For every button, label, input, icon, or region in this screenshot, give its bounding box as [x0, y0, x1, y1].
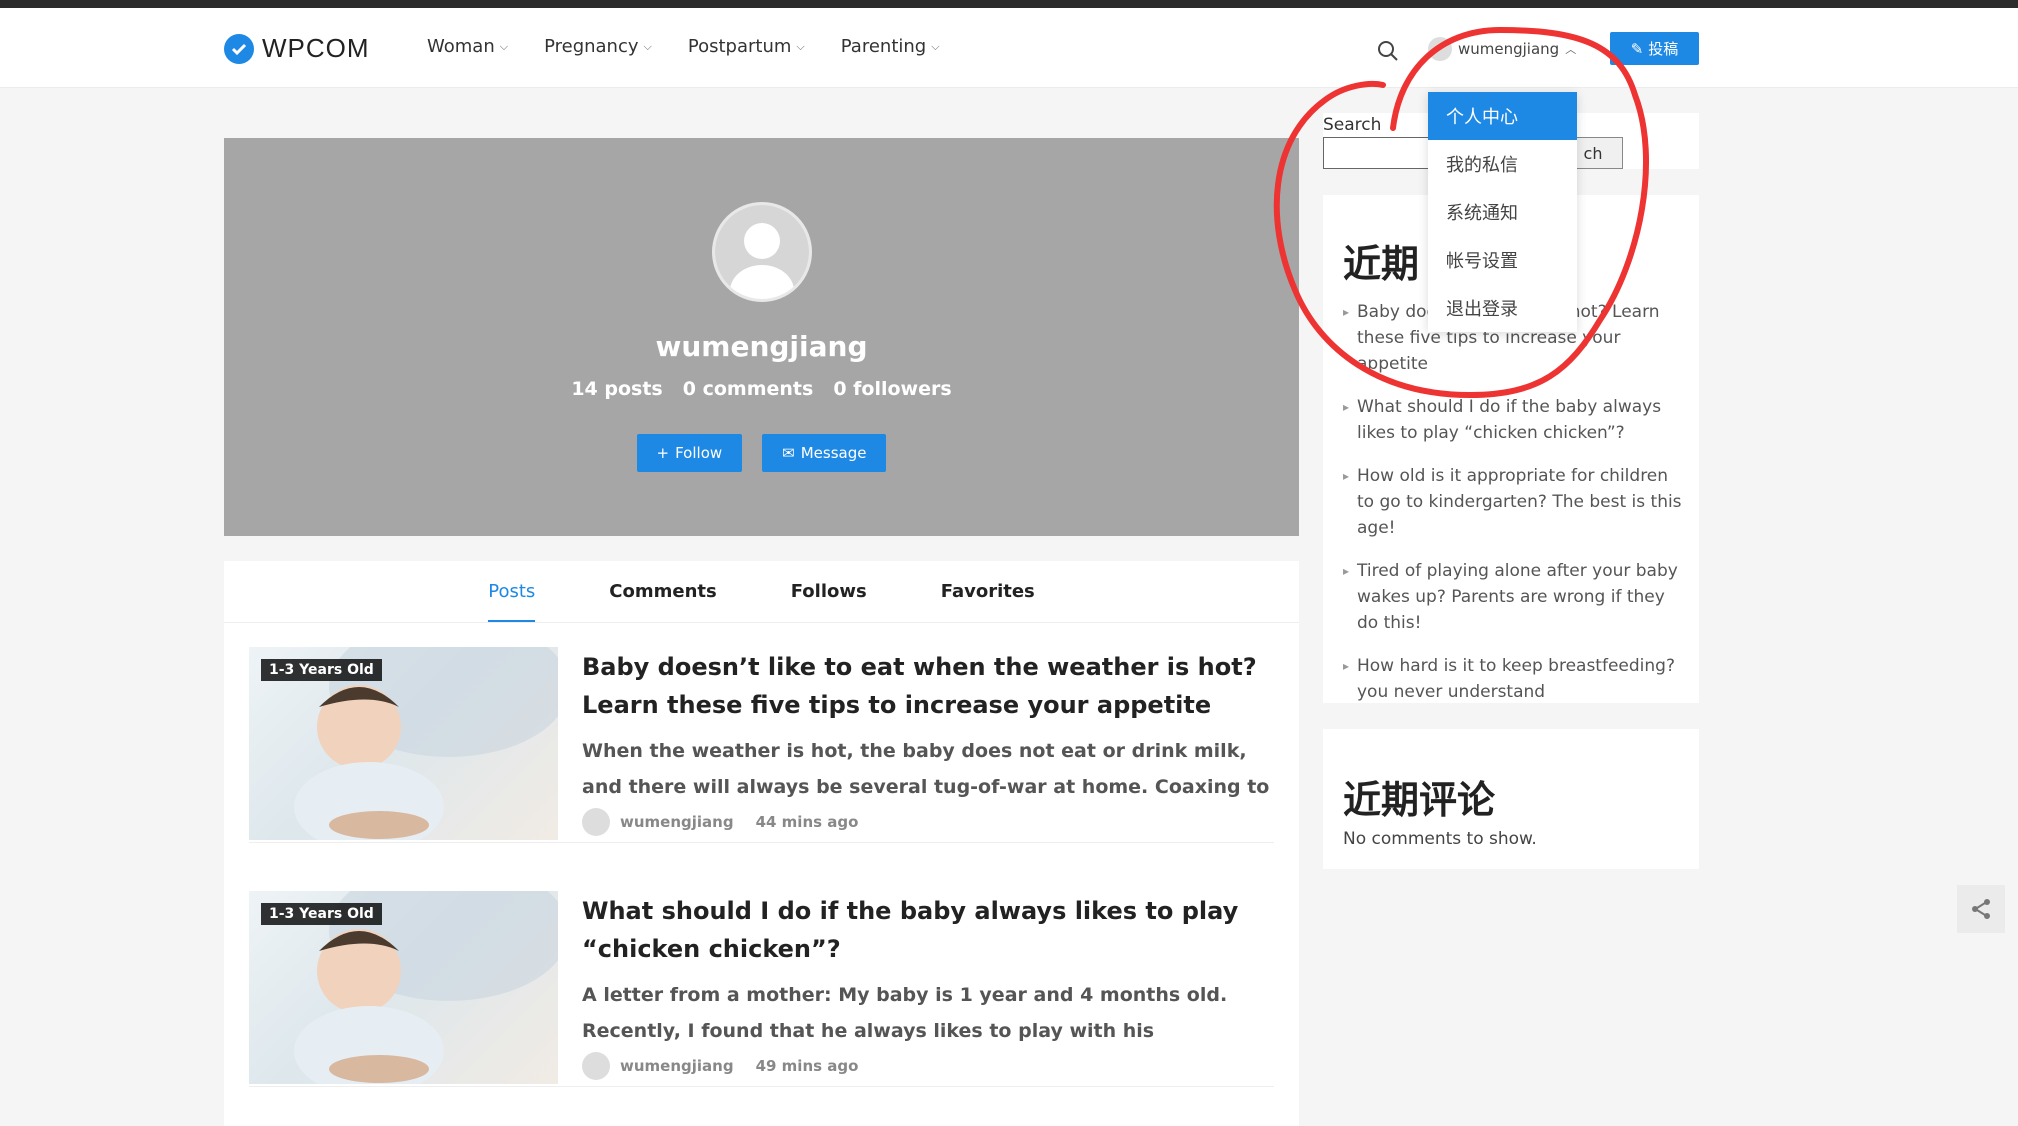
nav-item-postpartum[interactable]: Postpartum ⌵	[688, 36, 805, 57]
avatar	[1428, 37, 1452, 61]
menu-item-notifications[interactable]: 系统通知	[1428, 188, 1577, 236]
post-excerpt: A letter from a mother: My baby is 1 yea…	[582, 984, 1228, 1042]
tab-follows[interactable]: Follows	[791, 561, 867, 622]
chevron-up-icon: ︿	[1565, 43, 1577, 56]
post-title[interactable]: Baby doesn’t like to eat when the weathe…	[582, 648, 1272, 724]
site-logo[interactable]: WPCOM	[224, 33, 370, 64]
post-time: 49 mins ago	[755, 1057, 859, 1075]
plus-icon: +	[656, 444, 670, 462]
widget-title: 近期	[1343, 242, 1420, 286]
post-meta: wumengjiang 44 mins ago	[582, 808, 858, 836]
recent-posts-list: Baby doe the weather is hot? Learn these…	[1343, 299, 1688, 722]
user-dropdown-menu: 个人中心 我的私信 系统通知 帐号设置 退出登录	[1428, 92, 1577, 332]
recent-comments-widget: 近期评论 No comments to show.	[1323, 729, 1699, 869]
stat-posts: 14 posts	[571, 378, 663, 400]
avatar[interactable]	[582, 1052, 610, 1080]
nav-item-pregnancy[interactable]: Pregnancy ⌵	[544, 36, 652, 57]
empty-comments-text: No comments to show.	[1343, 829, 1537, 849]
profile-avatar	[712, 202, 812, 302]
profile-name: wumengjiang	[655, 330, 868, 363]
user-menu-toggle[interactable]: wumengjiang ︿	[1428, 37, 1576, 61]
post-author[interactable]: wumengjiang	[620, 813, 734, 831]
tab-comments[interactable]: Comments	[609, 561, 716, 622]
main-nav: Woman ⌵ Pregnancy ⌵ Postpartum ⌵ Parenting ⌵	[427, 36, 940, 57]
menu-item-account-settings[interactable]: 帐号设置	[1428, 236, 1577, 284]
post-excerpt: When the weather is hot, the baby does n…	[582, 740, 1270, 798]
share-icon[interactable]	[1957, 885, 2005, 933]
stat-comments: 0 comments	[682, 378, 814, 400]
profile-cover: wumengjiang 14 posts 0 comments 0 follow…	[224, 138, 1299, 536]
list-item: 1-3 Years Old What should I do if the ba…	[249, 867, 1274, 1087]
profile-stats: 14 posts 0 comments 0 followers	[224, 378, 1299, 400]
chevron-down-icon: ⌵	[643, 39, 652, 53]
message-button[interactable]: ✉ Message	[762, 434, 887, 472]
list-item: 1-3 Years Old Baby doesn’t like to eat w…	[249, 623, 1274, 843]
chevron-down-icon: ⌵	[931, 39, 940, 53]
nav-item-woman[interactable]: Woman ⌵	[427, 36, 508, 57]
widget-title: 近期评论	[1343, 778, 1496, 822]
top-strip	[0, 0, 2018, 8]
post-author[interactable]: wumengjiang	[620, 1057, 734, 1075]
logo-text: WPCOM	[262, 33, 370, 63]
stat-followers: 0 followers	[833, 378, 952, 400]
nav-item-parenting[interactable]: Parenting ⌵	[841, 36, 940, 57]
recent-post-link[interactable]: How hard is it to keep breastfeeding? yo…	[1343, 653, 1688, 705]
search-icon[interactable]	[1377, 40, 1399, 62]
post-thumbnail[interactable]: 1-3 Years Old	[249, 891, 558, 1084]
search-label: Search	[1323, 115, 1382, 135]
tab-posts[interactable]: Posts	[488, 561, 536, 622]
profile-actions: + Follow ✉ Message	[224, 434, 1299, 472]
site-header: WPCOM Woman ⌵ Pregnancy ⌵ Postpartum ⌵ Pare…	[0, 8, 2018, 88]
chevron-down-icon: ⌵	[499, 39, 509, 53]
menu-item-logout[interactable]: 退出登录	[1428, 284, 1577, 332]
post-thumbnail[interactable]: 1-3 Years Old	[249, 647, 558, 840]
profile-content: Posts Comments Follows Favorites 1-3 Yea…	[224, 561, 1299, 1126]
post-time: 44 mins ago	[755, 813, 859, 831]
avatar[interactable]	[582, 808, 610, 836]
post-meta: wumengjiang 49 mins ago	[582, 1052, 858, 1080]
user-menu-name: wumengjiang	[1458, 40, 1560, 58]
menu-item-personal-center[interactable]: 个人中心	[1428, 92, 1577, 140]
category-badge[interactable]: 1-3 Years Old	[261, 659, 382, 681]
chevron-down-icon: ⌵	[796, 39, 805, 53]
contribute-button[interactable]: ✎ 投稿	[1610, 32, 1699, 65]
recent-post-link[interactable]: Tired of playing alone after your baby w…	[1343, 558, 1688, 636]
recent-post-link[interactable]: How old is it appropriate for children t…	[1343, 463, 1688, 541]
profile-tabs: Posts Comments Follows Favorites	[224, 561, 1299, 623]
edit-icon: ✎	[1630, 39, 1644, 58]
recent-post-link[interactable]: What should I do if the baby always like…	[1343, 394, 1688, 446]
category-badge[interactable]: 1-3 Years Old	[261, 903, 382, 925]
tab-favorites[interactable]: Favorites	[941, 561, 1035, 622]
logo-check-icon	[224, 33, 254, 64]
post-title[interactable]: What should I do if the baby always like…	[582, 892, 1272, 968]
mail-icon: ✉	[782, 444, 795, 462]
follow-button[interactable]: + Follow	[636, 434, 743, 472]
menu-item-messages[interactable]: 我的私信	[1428, 140, 1577, 188]
